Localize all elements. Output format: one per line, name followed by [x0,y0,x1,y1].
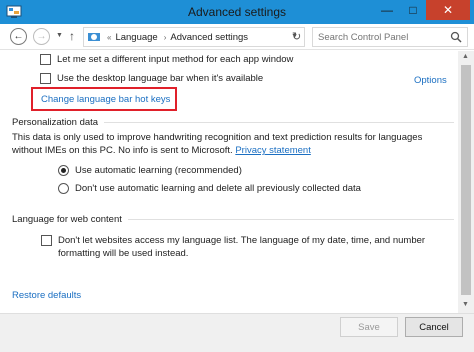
automatic-learning-radio[interactable] [58,165,69,176]
vertical-scrollbar[interactable]: ▲ ▼ [458,51,474,313]
input-method-checkbox[interactable] [40,54,51,65]
recent-pages-chevron-icon[interactable]: ▼ [56,32,63,39]
save-button[interactable]: Save [340,317,398,337]
options-link[interactable]: Options [414,75,447,86]
website-language-list-checkbox[interactable] [41,235,52,246]
automatic-learning-label[interactable]: Use automatic learning (recommended) [75,165,242,176]
search-box[interactable] [312,27,468,47]
settings-content: Let me set a different input method for … [0,51,458,313]
input-method-label[interactable]: Let me set a different input method for … [57,54,293,65]
search-input[interactable] [313,28,443,46]
scroll-up-arrow-icon[interactable]: ▲ [462,53,469,60]
cancel-button[interactable]: Cancel [405,317,463,337]
personalization-desc-text: This data is only used to improve handwr… [12,132,423,156]
personalization-heading: Personalization data [12,117,454,128]
search-icon[interactable] [450,31,462,43]
no-automatic-learning-radio[interactable] [58,183,69,194]
privacy-statement-link[interactable]: Privacy statement [235,145,311,156]
divider [127,219,454,220]
personalization-description: This data is only used to improve handwr… [12,131,452,157]
no-automatic-learning-label[interactable]: Don't use automatic learning and delete … [75,183,361,194]
personalization-heading-text: Personalization data [12,117,99,128]
desktop-language-bar-checkbox[interactable] [40,73,51,84]
back-button[interactable]: ← [10,28,27,45]
navigation-bar: ← → ▼ ↑ « Language › Advanced settings ▼… [0,24,474,50]
web-content-heading-text: Language for web content [12,214,122,225]
scrollbar-thumb[interactable] [461,65,471,295]
language-folder-icon [88,33,100,41]
minimize-button[interactable]: — [374,0,400,20]
desktop-language-bar-label[interactable]: Use the desktop language bar when it's a… [57,73,263,84]
change-hot-keys-link[interactable]: Change language bar hot keys [41,94,170,105]
restore-defaults-link[interactable]: Restore defaults [12,290,81,301]
web-content-heading: Language for web content [12,214,454,225]
breadcrumb-language[interactable]: Language [115,32,157,43]
close-button[interactable]: ✕ [426,0,470,20]
maximize-button[interactable]: □ [400,0,426,20]
refresh-icon[interactable]: ↻ [292,30,301,43]
scroll-down-arrow-icon[interactable]: ▼ [462,301,469,308]
breadcrumb-separator: › [163,32,167,42]
divider [104,122,454,123]
up-arrow-icon[interactable]: ↑ [69,29,75,43]
website-language-list-label[interactable]: Don't let websites access my language li… [58,234,446,260]
breadcrumb-advanced-settings[interactable]: Advanced settings [170,32,248,43]
title-bar: Advanced settings — □ ✕ [0,0,474,24]
forward-button[interactable]: → [33,28,50,45]
breadcrumb-overflow[interactable]: « [107,33,111,42]
address-bar[interactable]: « Language › Advanced settings ▼ [83,27,305,47]
dialog-footer: Save Cancel [0,313,474,352]
